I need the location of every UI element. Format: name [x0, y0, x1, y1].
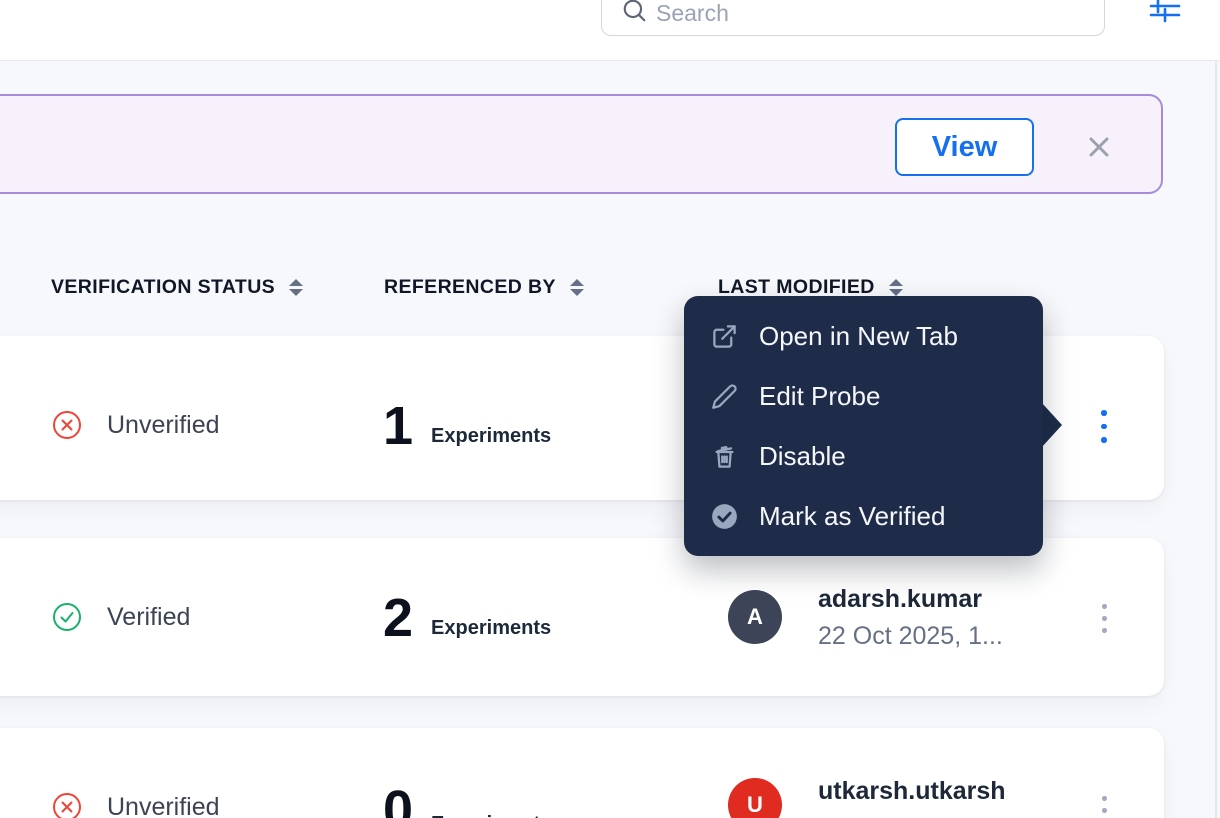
- search-input[interactable]: [656, 0, 1086, 35]
- top-header-bar: [0, 0, 1220, 61]
- notification-banner: View: [0, 94, 1163, 194]
- unverified-icon: [52, 410, 82, 440]
- status-label: Verified: [107, 603, 190, 632]
- avatar: A: [728, 590, 782, 644]
- search-icon: [621, 0, 647, 23]
- column-label: VERIFICATION STATUS: [51, 276, 275, 299]
- context-menu-pointer: [1041, 402, 1062, 448]
- experiment-count-unit: Experiments: [431, 617, 551, 640]
- table-row[interactable]: Unverified 0 Experiments U utkarsh.utkar…: [0, 728, 1164, 818]
- row-actions-menu-button[interactable]: [1096, 790, 1113, 818]
- right-edge-divider: [1215, 61, 1217, 818]
- filter-sliders-icon[interactable]: [1148, 0, 1182, 24]
- experiment-count-unit: Experiments: [431, 425, 551, 448]
- modified-by-name: adarsh.kumar: [818, 586, 1003, 613]
- experiment-count: 2: [383, 590, 413, 646]
- verified-icon: [52, 602, 82, 632]
- column-header-verification-status[interactable]: VERIFICATION STATUS: [51, 265, 303, 309]
- status-label: Unverified: [107, 793, 220, 818]
- menu-item-label: Disable: [759, 441, 846, 472]
- status-label: Unverified: [107, 411, 220, 440]
- row-actions-menu-button[interactable]: [1096, 598, 1113, 639]
- menu-item-disable[interactable]: Disable: [684, 426, 1043, 486]
- sort-icon: [289, 279, 303, 296]
- experiment-count: 0: [383, 782, 413, 818]
- sort-icon: [570, 279, 584, 296]
- external-link-icon: [711, 323, 738, 350]
- avatar: U: [728, 778, 782, 818]
- menu-item-label: Edit Probe: [759, 381, 880, 412]
- menu-item-open-in-new-tab[interactable]: Open in New Tab: [684, 306, 1043, 366]
- experiment-count-unit: Experiments: [431, 813, 551, 818]
- modified-by-name: utkarsh.utkarsh: [818, 778, 1006, 805]
- menu-item-mark-as-verified[interactable]: Mark as Verified: [684, 486, 1043, 546]
- column-header-referenced-by[interactable]: REFERENCED BY: [384, 265, 584, 309]
- menu-item-label: Open in New Tab: [759, 321, 958, 352]
- menu-item-edit-probe[interactable]: Edit Probe: [684, 366, 1043, 426]
- check-circle-icon: [711, 503, 738, 530]
- row-actions-menu-button-active[interactable]: [1095, 404, 1113, 449]
- modified-date: 22 Oct 2025, 1...: [818, 623, 1003, 650]
- unverified-icon: [52, 792, 82, 818]
- table-row[interactable]: Verified 2 Experiments A adarsh.kumar 22…: [0, 538, 1164, 696]
- context-menu: Open in New Tab Edit Probe Disable Mark …: [684, 296, 1043, 556]
- experiment-count: 1: [383, 398, 413, 454]
- pencil-icon: [711, 383, 738, 410]
- close-icon[interactable]: [1085, 133, 1113, 161]
- sort-icon: [889, 279, 903, 296]
- view-button[interactable]: View: [895, 118, 1034, 176]
- menu-item-label: Mark as Verified: [759, 501, 945, 532]
- trash-icon: [711, 443, 738, 470]
- column-label: REFERENCED BY: [384, 276, 556, 299]
- search-box[interactable]: [601, 0, 1105, 36]
